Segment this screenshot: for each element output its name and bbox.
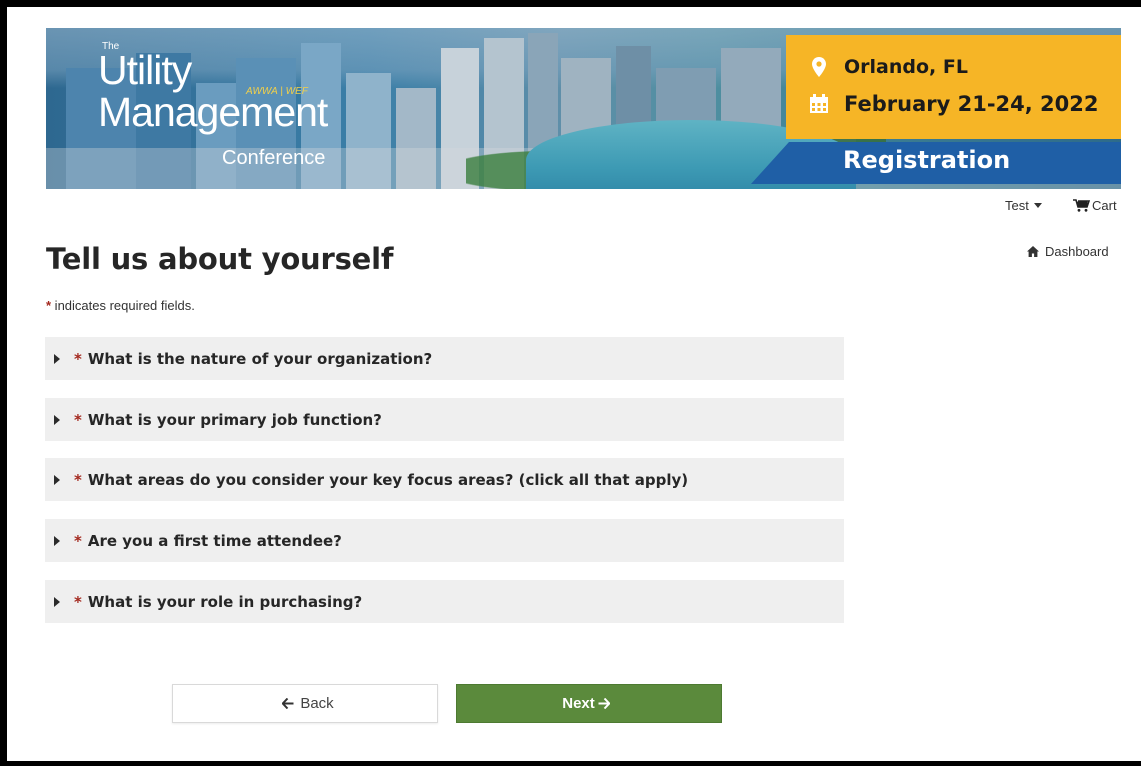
event-info-panel <box>786 35 1121 139</box>
cart-link[interactable]: Cart <box>1073 198 1117 213</box>
question-label: What areas do you consider your key focu… <box>87 470 689 489</box>
logo-management: Management <box>98 89 328 135</box>
caret-right-icon <box>54 353 60 364</box>
logo-utility: Utility <box>98 47 192 93</box>
event-location-text: Orlando, FL <box>844 56 968 78</box>
back-button[interactable]: Back <box>172 684 438 723</box>
cart-icon <box>1073 199 1090 212</box>
arrow-left-icon <box>282 698 294 709</box>
arrow-right-icon <box>598 698 610 709</box>
back-button-label: Back <box>300 695 334 712</box>
logo-conference: Conference <box>222 147 326 169</box>
required-star: * <box>74 349 82 368</box>
question-first-time-attendee[interactable]: * Are you a first time attendee? <box>45 519 844 562</box>
required-fields-note: * indicates required fields. <box>46 298 195 313</box>
question-key-focus-areas[interactable]: * What areas do you consider your key fo… <box>45 458 844 501</box>
caret-right-icon <box>54 474 60 485</box>
user-menu-label: Test <box>1005 198 1029 213</box>
dashboard-link[interactable]: Dashboard <box>1027 244 1109 259</box>
next-button[interactable]: Next <box>456 684 722 723</box>
question-label: What is your role in purchasing? <box>87 592 363 611</box>
conference-banner: The Utility AWWA | WEF Management Confer… <box>46 28 1121 189</box>
registration-label: Registration <box>843 146 1011 174</box>
event-location: Orlando, FL <box>808 56 968 78</box>
home-icon <box>1027 246 1039 257</box>
caret-right-icon <box>54 535 60 546</box>
required-star: * <box>74 410 82 429</box>
user-menu[interactable]: Test <box>1005 198 1042 213</box>
next-button-label: Next <box>562 695 595 712</box>
required-star: * <box>74 531 82 550</box>
required-note-text: indicates required fields. <box>51 298 195 313</box>
cart-label: Cart <box>1092 198 1117 213</box>
calendar-icon <box>808 93 830 115</box>
event-dates-text: February 21-24, 2022 <box>844 92 1099 116</box>
event-dates: February 21-24, 2022 <box>808 92 1099 116</box>
required-star: * <box>74 470 82 489</box>
question-organization-nature[interactable]: * What is the nature of your organizatio… <box>45 337 844 380</box>
question-label: What is your primary job function? <box>87 410 382 429</box>
question-label: What is the nature of your organization? <box>87 349 433 368</box>
caret-down-icon <box>1033 203 1042 208</box>
page-title: Tell us about yourself <box>46 242 394 276</box>
question-purchasing-role[interactable]: * What is your role in purchasing? <box>45 580 844 623</box>
question-label: Are you a first time attendee? <box>87 531 342 550</box>
caret-right-icon <box>54 414 60 425</box>
required-star: * <box>74 592 82 611</box>
caret-right-icon <box>54 596 60 607</box>
dashboard-label: Dashboard <box>1045 244 1109 259</box>
map-pin-icon <box>808 56 830 78</box>
question-job-function[interactable]: * What is your primary job function? <box>45 398 844 441</box>
